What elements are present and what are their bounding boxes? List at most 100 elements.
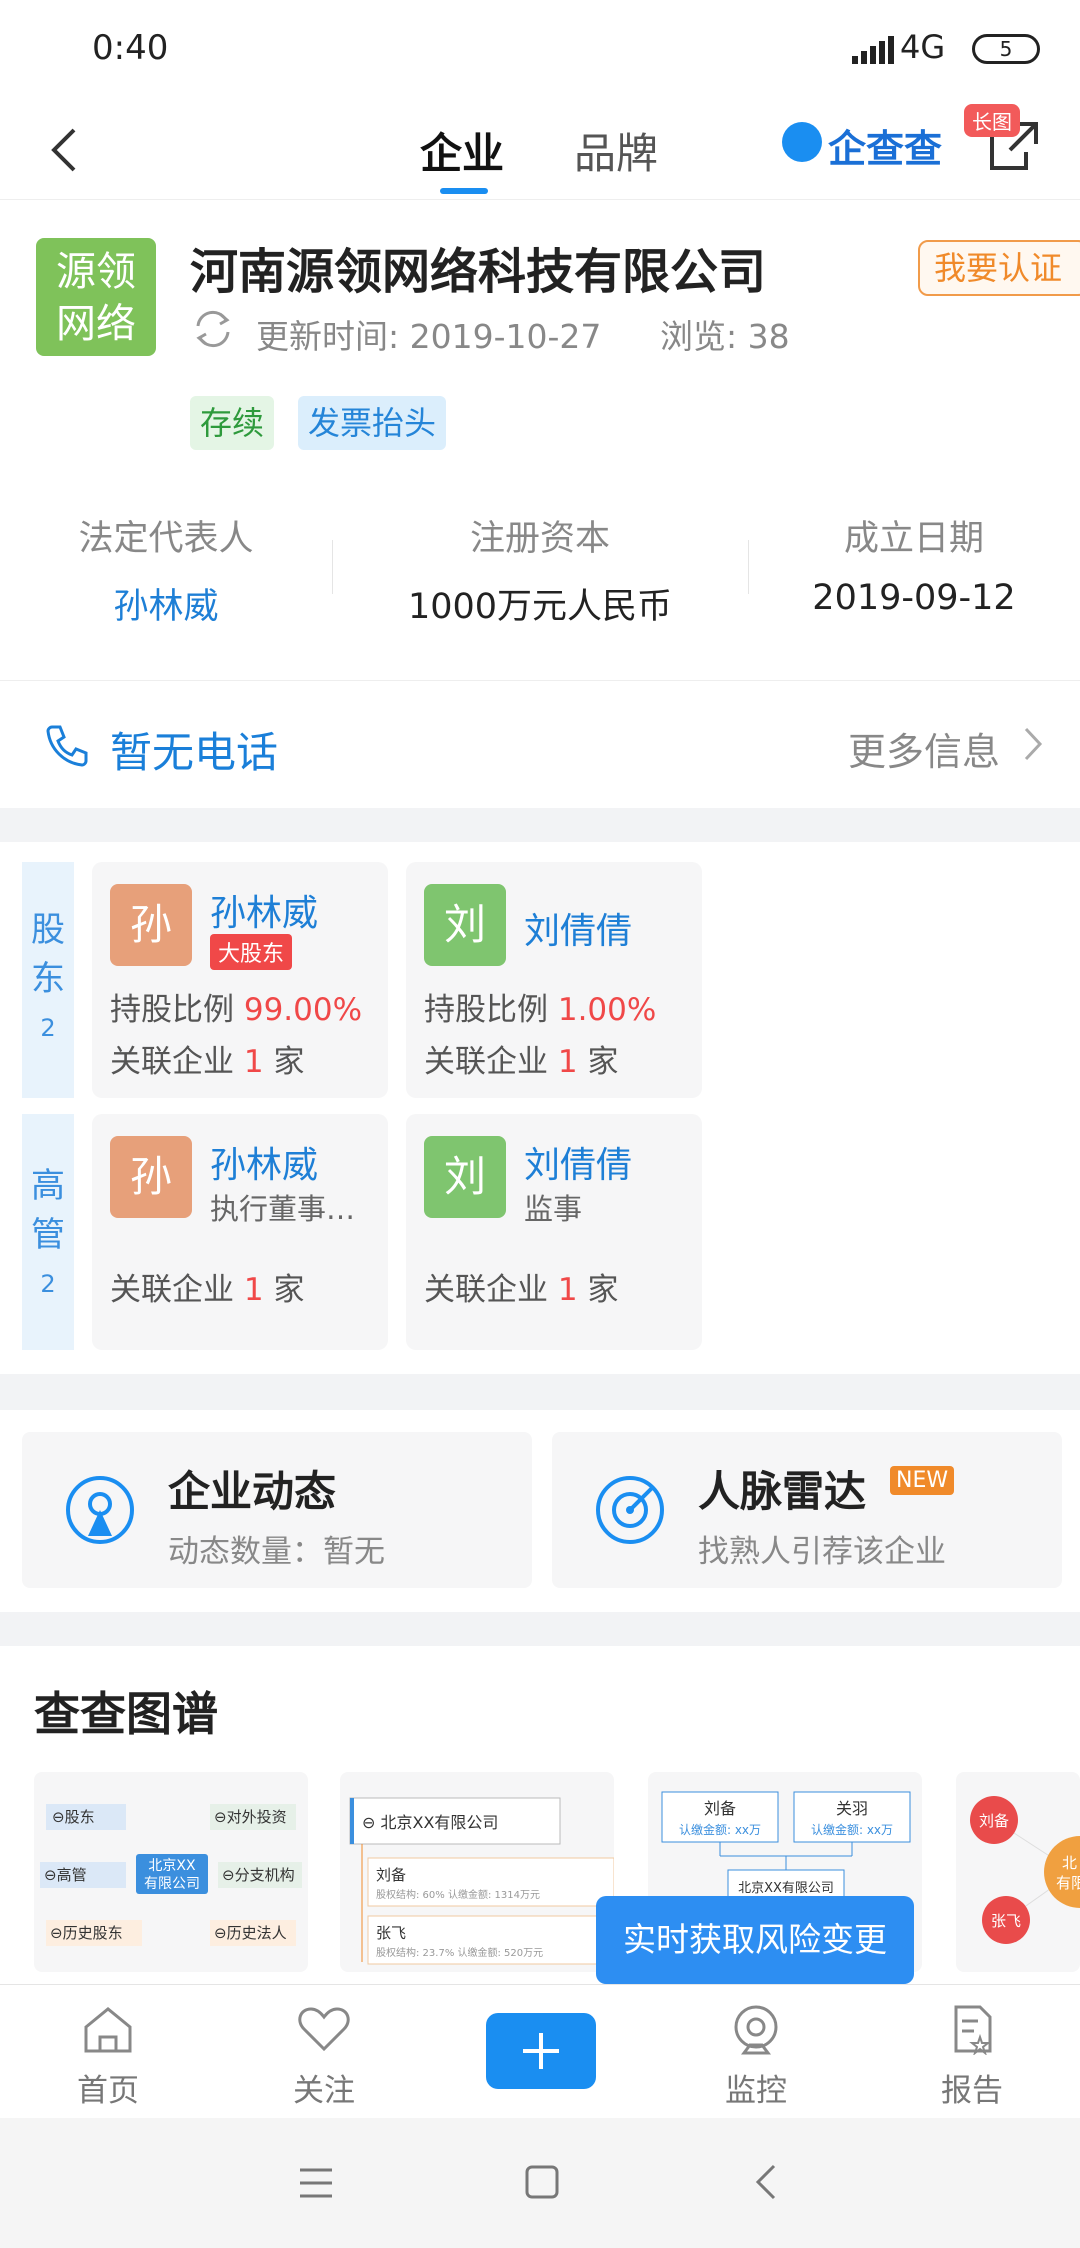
tab-label: 报告 — [941, 2073, 1003, 2109]
phone-icon — [46, 725, 88, 767]
investee-company: 北京XX有限公司 — [738, 1881, 834, 1896]
company-logo-line2: 网络 — [56, 301, 136, 347]
battery-icon: 5 — [972, 34, 1040, 64]
equity-detail: 股权结构: 60% 认缴金额: 1314万元 — [376, 1888, 540, 1901]
investor-name: 关羽 — [836, 1799, 868, 1818]
back-arrow-icon[interactable] — [38, 120, 94, 180]
shareholder-name[interactable]: 刘倩倩 — [524, 902, 632, 954]
graph-node-label: ⊖对外投资 — [214, 1808, 287, 1826]
network-node-label: 北 — [1062, 1854, 1077, 1872]
graph-thumbnail-relations[interactable]: 北京XX 有限公司 ⊖股东 ⊖对外投资 ⊖高管 ⊖分支机构 ⊖历史股东 ⊖历史法… — [34, 1772, 308, 1972]
avatar: 刘 — [424, 1136, 506, 1218]
equity-person: 刘备 — [376, 1866, 406, 1884]
status-tag: 存续 — [190, 396, 275, 450]
avatar: 孙 — [110, 884, 192, 966]
graph-center-label: 北京XX — [148, 1858, 196, 1874]
related-companies: 关联企业 1 家 — [110, 1036, 304, 1081]
tab-follow[interactable]: 关注 — [254, 2003, 394, 2110]
tab-label: 首页 — [77, 2073, 139, 2109]
network-node-label: 张飞 — [991, 1912, 1021, 1930]
tab-label: 监控 — [725, 2073, 787, 2109]
executives-label[interactable]: 高 管 2 — [22, 1114, 74, 1350]
network-radar-card[interactable]: 人脉雷达 NEW 找熟人引荐该企业 — [552, 1432, 1062, 1588]
back-icon[interactable] — [752, 2162, 780, 2202]
plus-icon — [523, 2033, 559, 2069]
certify-button[interactable]: 我要认证 — [918, 240, 1080, 296]
tab-report[interactable]: 报告 — [902, 2003, 1042, 2110]
shareholder-name[interactable]: 孙林威 — [210, 884, 318, 936]
long-image-badge[interactable]: 长图 — [964, 104, 1020, 137]
founded-value: 2019-09-12 — [812, 578, 1016, 618]
section-gap — [0, 808, 1080, 842]
graph-thumbnail-equity[interactable]: ⊖ 北京XX有限公司 刘备 股权结构: 60% 认缴金额: 1314万元 张飞 … — [340, 1772, 614, 1972]
avatar: 孙 — [110, 1136, 192, 1218]
bottom-tab-bar: 首页 关注 监控 报告 — [0, 1984, 1080, 2118]
share-ratio: 持股比例 1.00% — [424, 984, 656, 1029]
graph-node-label: ⊖股东 — [52, 1808, 95, 1826]
related-label: 关联企业 — [424, 1044, 548, 1080]
more-info-link[interactable]: 更多信息 — [848, 721, 1000, 776]
phone-row[interactable]: 暂无电话 更多信息 — [0, 680, 1080, 808]
company-name: 河南源领网络科技有限公司 — [190, 244, 767, 300]
share-ratio-value: 99.00% — [243, 992, 363, 1028]
executive-role: 执行董事兼... — [210, 1192, 380, 1226]
capital-value: 1000万元人民币 — [407, 587, 673, 627]
avatar: 刘 — [424, 884, 506, 966]
related-companies: 关联企业 1 家 — [424, 1264, 618, 1309]
network-graph: 刘备 张飞 北 有限 — [970, 1796, 1080, 1944]
company-news-card[interactable]: 企业动态 动态数量：暂无 — [22, 1432, 532, 1588]
graph-thumbnail-network[interactable]: 刘备 张飞 北 有限 — [956, 1772, 1080, 1972]
add-button[interactable] — [486, 2013, 596, 2089]
executives-label-char: 高 — [31, 1166, 65, 1206]
related-count: 1 — [243, 1272, 264, 1308]
tab-label: 关注 — [293, 2073, 355, 2109]
executive-card[interactable]: 刘 刘倩倩 监事 关联企业 1 家 — [406, 1114, 702, 1350]
share-ratio-value: 1.00% — [557, 992, 657, 1028]
network-radar-sub: 找熟人引荐该企业 — [698, 1534, 946, 1570]
phone-text: 暂无电话 — [110, 728, 279, 777]
related-label: 关联企业 — [424, 1272, 548, 1308]
executive-name[interactable]: 孙林威 — [210, 1136, 318, 1188]
divider — [332, 540, 333, 594]
tab-monitor[interactable]: 监控 — [686, 2003, 826, 2110]
shareholders-label[interactable]: 股 东 2 — [22, 862, 74, 1098]
tab-home[interactable]: 首页 — [38, 2003, 178, 2110]
tab-enterprise[interactable]: 企业 — [420, 120, 504, 181]
section-gap — [0, 1612, 1080, 1646]
menu-icon[interactable] — [298, 2166, 334, 2200]
qcc-logo-text: 企查查 — [828, 127, 943, 171]
tab-brand[interactable]: 品牌 — [574, 120, 658, 181]
invoice-tag[interactable]: 发票抬头 — [298, 396, 447, 450]
related-suffix: 家 — [587, 1044, 619, 1080]
network-type: 4G — [900, 28, 946, 66]
company-news-sub: 动态数量：暂无 — [168, 1534, 385, 1570]
shareholders-label-char: 股 — [31, 910, 65, 950]
equity-detail: 股权结构: 23.7% 认缴金额: 520万元 — [376, 1946, 543, 1959]
related-count: 1 — [243, 1044, 264, 1080]
monitor-tooltip[interactable]: 实时获取风险变更 — [596, 1896, 914, 1984]
legal-rep-label: 法定代表人 — [78, 519, 254, 559]
share-ratio-label: 持股比例 — [424, 992, 548, 1028]
shareholder-card[interactable]: 孙 孙林威 大股东 持股比例 99.00% 关联企业 1 家 — [92, 862, 388, 1098]
network-radar-title: 人脉雷达 — [698, 1467, 867, 1516]
graph-section-title: 查查图谱 — [34, 1687, 218, 1741]
executive-name[interactable]: 刘倩倩 — [524, 1136, 632, 1188]
home-icon — [84, 2007, 132, 2053]
refresh-icon[interactable] — [190, 306, 236, 352]
graph-node-label: ⊖历史法人 — [214, 1924, 287, 1942]
executive-card[interactable]: 孙 孙林威 执行董事兼... 关联企业 1 家 — [92, 1114, 388, 1350]
related-count: 1 — [557, 1272, 578, 1308]
status-time: 0:40 — [92, 28, 169, 68]
status-bar: 0:40 4G 5 — [0, 0, 1080, 100]
home-square-icon[interactable] — [524, 2164, 560, 2200]
legal-rep-value[interactable]: 孙林威 — [0, 578, 346, 629]
view-count: 浏览: 38 — [660, 317, 790, 356]
new-badge: NEW — [890, 1466, 955, 1495]
shareholders-count: 2 — [40, 1014, 56, 1042]
share-ratio: 持股比例 99.00% — [110, 984, 362, 1029]
active-tab-indicator — [440, 188, 488, 194]
shareholder-card[interactable]: 刘 刘倩倩 持股比例 1.00% 关联企业 1 家 — [406, 862, 702, 1098]
chevron-right-icon — [1024, 727, 1043, 761]
founded-label: 成立日期 — [843, 519, 984, 559]
section-gap — [0, 1374, 1080, 1410]
